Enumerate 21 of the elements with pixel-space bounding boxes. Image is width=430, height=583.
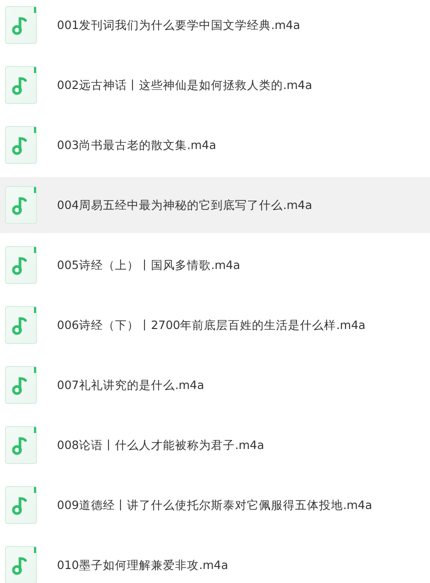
file-name: 009道德经丨讲了什么使托尔斯泰对它佩服得五体投地.m4a bbox=[57, 498, 372, 512]
audio-file-icon bbox=[5, 486, 37, 524]
file-name: 002远古神话丨这些神仙是如何拯救人类的.m4a bbox=[57, 78, 312, 92]
file-row[interactable]: 004周易五经中最为神秘的它到底写了什么.m4a bbox=[0, 177, 430, 233]
audio-file-icon bbox=[5, 306, 37, 344]
file-name: 001发刊词我们为什么要学中国文学经典.m4a bbox=[57, 18, 300, 32]
audio-file-icon bbox=[5, 426, 37, 464]
audio-file-icon bbox=[5, 186, 37, 224]
file-name: 005诗经（上）丨国风多情歌.m4a bbox=[57, 258, 240, 272]
file-name: 008论语丨什么人才能被称为君子.m4a bbox=[57, 438, 264, 452]
audio-file-icon bbox=[5, 366, 37, 404]
file-name: 010墨子如何理解兼爱非攻.m4a bbox=[57, 558, 228, 572]
file-name: 003尚书最古老的散文集.m4a bbox=[57, 138, 216, 152]
audio-file-icon bbox=[5, 66, 37, 104]
audio-file-icon bbox=[5, 246, 37, 284]
audio-file-icon bbox=[5, 126, 37, 164]
file-name: 006诗经（下）丨2700年前底层百姓的生活是什么样.m4a bbox=[57, 318, 366, 332]
file-name: 004周易五经中最为神秘的它到底写了什么.m4a bbox=[57, 198, 312, 212]
file-name: 007礼礼讲究的是什么.m4a bbox=[57, 378, 204, 392]
audio-file-icon bbox=[5, 6, 37, 44]
audio-file-icon bbox=[5, 546, 37, 583]
